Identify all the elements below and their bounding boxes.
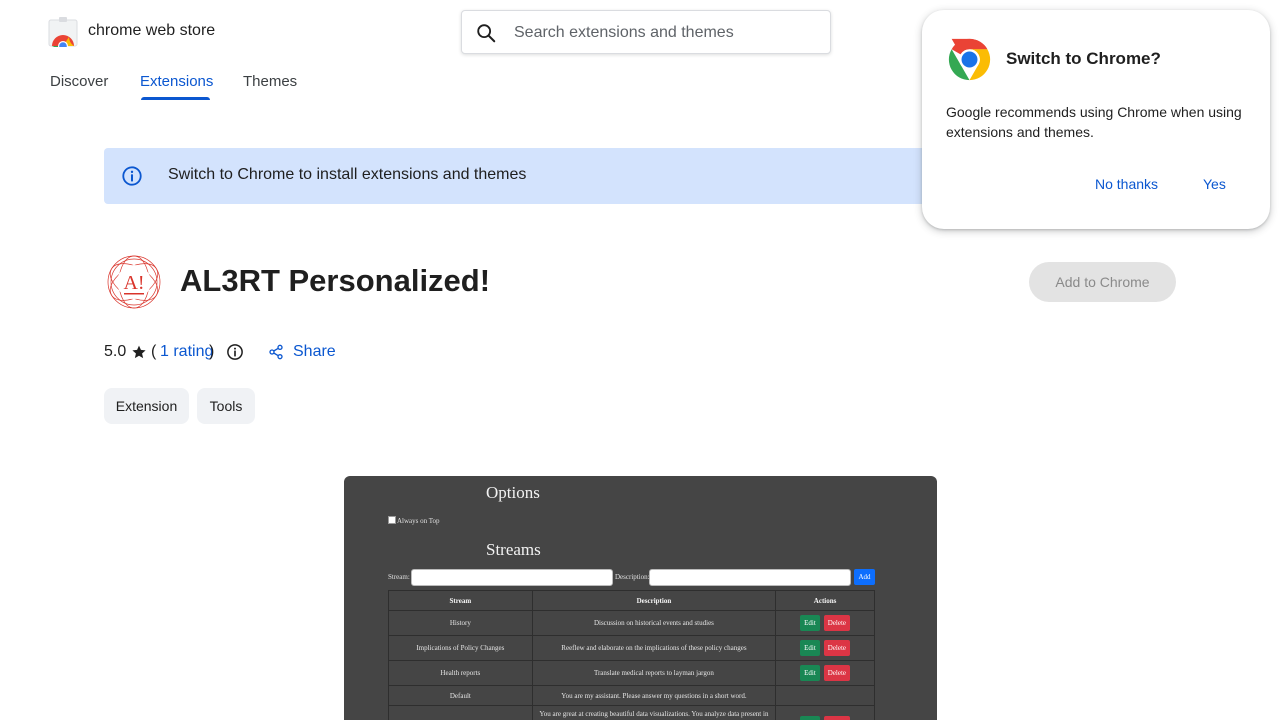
preview-always-on-top-checkbox xyxy=(388,516,396,524)
dialog-title: Switch to Chrome? xyxy=(1006,49,1161,68)
preview-col-actions: Actions xyxy=(775,590,875,611)
switch-to-chrome-dialog: Switch to Chrome? Google recommends usin… xyxy=(922,10,1270,229)
preview-delete-button: Delete xyxy=(823,665,851,681)
screenshot-preview[interactable]: Options Always on Top Streams Stream: De… xyxy=(344,476,937,720)
banner-text: Switch to Chrome to install extensions a… xyxy=(168,166,527,183)
share-label: Share xyxy=(293,343,336,360)
preview-cell-stream: History xyxy=(388,610,533,636)
preview-edit-button: Edit xyxy=(800,716,820,720)
preview-cell-description: Reeflew and elaborate on the implication… xyxy=(531,635,777,661)
search-box[interactable] xyxy=(461,10,831,54)
preview-cell-actions xyxy=(775,685,875,706)
preview-cell-stream: Default xyxy=(388,685,533,706)
preview-description-input xyxy=(649,569,851,586)
preview-col-description: Description xyxy=(531,590,777,611)
extension-title: AL3RT Personalized! xyxy=(180,263,491,298)
search-icon[interactable] xyxy=(475,22,497,44)
preview-edit-button: Edit xyxy=(800,615,820,631)
info-icon xyxy=(122,166,142,186)
svg-text:A!: A! xyxy=(123,272,144,294)
preview-cell-description: You are great at creating beautiful data… xyxy=(531,705,777,720)
preview-cell-stream: Health reports xyxy=(388,660,533,686)
table-row: You are great at creating beautiful data… xyxy=(388,705,875,720)
preview-cell-actions: EditDelete xyxy=(775,660,875,686)
preview-cell-description: You are my assistant. Please answer my q… xyxy=(531,685,777,706)
rating-info-icon[interactable] xyxy=(226,343,244,361)
table-row: History Discussion on historical events … xyxy=(388,610,875,636)
preview-edit-button: Edit xyxy=(800,640,820,656)
no-thanks-button[interactable]: No thanks xyxy=(1095,176,1158,192)
tab-extensions[interactable]: Extensions xyxy=(140,73,213,90)
share-icon xyxy=(269,344,283,360)
chrome-icon xyxy=(948,38,991,81)
chrome-web-store-logo-icon[interactable] xyxy=(48,17,78,47)
rating-value: 5.0 xyxy=(104,343,127,360)
search-input[interactable] xyxy=(514,22,814,44)
preview-delete-button: Delete xyxy=(823,716,851,720)
active-tab-indicator xyxy=(141,97,210,100)
add-to-chrome-button[interactable]: Add to Chrome xyxy=(1029,262,1176,302)
preview-delete-button: Delete xyxy=(823,615,851,631)
preview-cell-description: Translate medical reports to layman jarg… xyxy=(531,660,777,686)
chip-tools[interactable]: Tools xyxy=(197,388,255,424)
rating-count-link[interactable]: 1 rating xyxy=(160,343,213,361)
preview-edit-button: Edit xyxy=(800,665,820,681)
star-icon xyxy=(132,345,146,359)
preview-cell-stream xyxy=(388,705,533,720)
preview-streams-table: Stream Description Actions History Discu… xyxy=(388,590,875,720)
preview-stream-input xyxy=(411,569,613,586)
table-row: Default You are my assistant. Please ans… xyxy=(388,685,875,706)
table-row: Health reports Translate medical reports… xyxy=(388,660,875,686)
yes-button[interactable]: Yes xyxy=(1203,176,1226,192)
table-row: Implications of Policy Changes Reeflew a… xyxy=(388,635,875,661)
preview-col-stream: Stream xyxy=(388,590,533,611)
preview-streams-heading: Streams xyxy=(486,540,541,559)
preview-cell-actions: EditDelete xyxy=(775,635,875,661)
extension-logo-icon: A! xyxy=(107,255,161,309)
preview-delete-button: Delete xyxy=(823,640,851,656)
preview-options-heading: Options xyxy=(486,483,540,502)
preview-description-label: Description: xyxy=(615,573,650,581)
preview-cell-description: Discussion on historical events and stud… xyxy=(531,610,777,636)
paren-open: ( xyxy=(151,343,157,360)
page: chrome web store Discover Extensions The… xyxy=(0,0,1280,720)
preview-add-button: Add xyxy=(854,569,875,585)
preview-cell-actions: EditDelete xyxy=(775,610,875,636)
dialog-body: Google recommends using Chrome when usin… xyxy=(946,104,1242,140)
store-brand-name[interactable]: chrome web store xyxy=(88,22,215,40)
tab-discover[interactable]: Discover xyxy=(50,73,108,90)
tab-themes[interactable]: Themes xyxy=(243,73,297,90)
preview-cell-stream: Implications of Policy Changes xyxy=(388,635,533,661)
chip-extension[interactable]: Extension xyxy=(104,388,189,424)
paren-close: ) xyxy=(209,343,215,360)
preview-stream-label: Stream: xyxy=(388,573,410,581)
preview-always-on-top-label: Always on Top xyxy=(397,517,440,525)
preview-cell-actions: EditDelete xyxy=(775,705,875,720)
